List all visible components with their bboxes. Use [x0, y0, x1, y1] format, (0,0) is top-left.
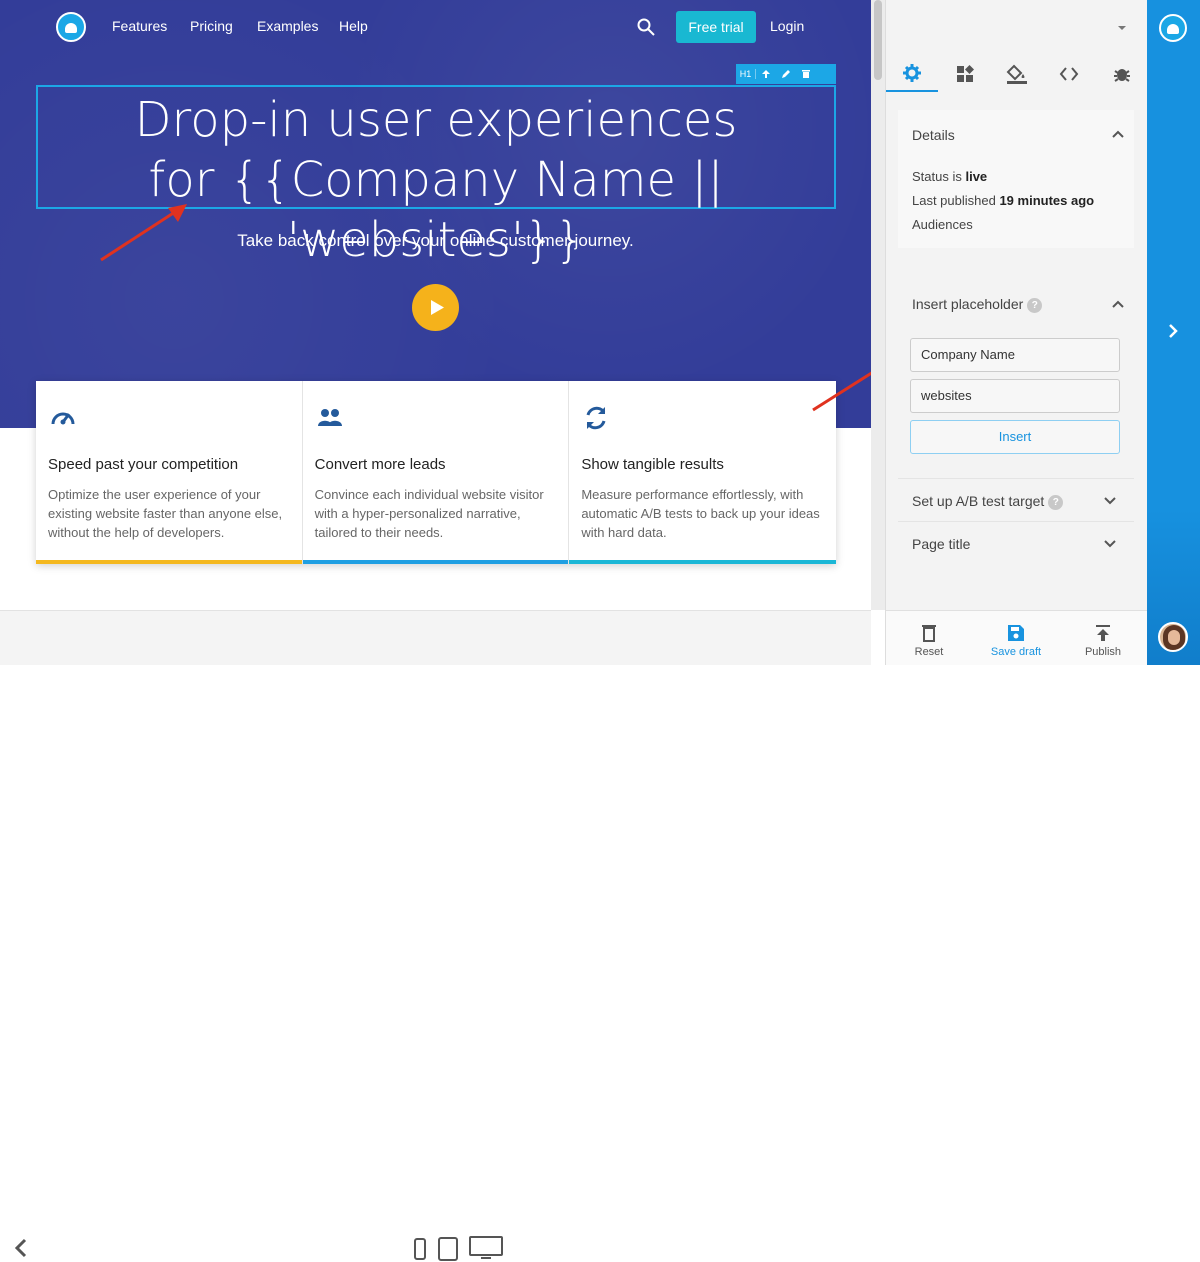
- feature-title: Speed past your competition: [48, 456, 239, 473]
- placeholder-field-name[interactable]: Company Name: [910, 338, 1120, 372]
- site-preview: Features Pricing Examples Help Free tria…: [0, 0, 871, 610]
- speedometer-icon: [51, 412, 75, 425]
- site-logo[interactable]: [56, 12, 86, 42]
- feature-card: Convert more leads Convince each individ…: [302, 381, 570, 564]
- desktop-view-icon[interactable]: [469, 1236, 503, 1262]
- chevron-down-icon[interactable]: [1104, 497, 1116, 505]
- editor-bottom-bar: [0, 610, 871, 1261]
- free-trial-button[interactable]: Free trial: [676, 11, 756, 43]
- code-icon: [1060, 67, 1079, 81]
- status-line: Status is live: [912, 169, 1094, 184]
- scrollbar-thumb[interactable]: [874, 0, 882, 80]
- save-draft-label: Save draft: [990, 646, 1042, 658]
- settings-icon: [903, 64, 922, 82]
- annotation-arrow: [812, 371, 871, 412]
- chevron-up-icon[interactable]: [1112, 300, 1124, 308]
- panel-actions: Reset Save draft Publish: [886, 610, 1148, 665]
- nav-pricing[interactable]: Pricing: [190, 18, 233, 34]
- publish-icon: [1096, 625, 1110, 641]
- annotation-arrow: [100, 204, 187, 262]
- chevron-right-icon[interactable]: [1168, 323, 1178, 339]
- feature-cards: Speed past your competition Optimize the…: [36, 381, 836, 564]
- paint-bucket-icon: [1006, 64, 1027, 84]
- mobile-view-icon[interactable]: [412, 1236, 428, 1262]
- tab-code[interactable]: [1043, 56, 1095, 92]
- feature-accent-bar: [569, 560, 836, 564]
- users-icon: [317, 409, 342, 426]
- right-rail: [1147, 0, 1200, 665]
- page-title-heading[interactable]: Page title: [912, 536, 970, 552]
- divider: [898, 521, 1134, 522]
- feature-title: Show tangible results: [581, 456, 724, 473]
- details-section: Details Status is live Last published 19…: [898, 110, 1134, 248]
- feature-accent-bar: [36, 560, 302, 564]
- tablet-view-icon[interactable]: [437, 1236, 459, 1262]
- tab-widgets[interactable]: [938, 56, 990, 92]
- edit-icon[interactable]: [776, 64, 796, 84]
- help-icon[interactable]: ?: [1048, 495, 1064, 510]
- divider: [898, 478, 1134, 479]
- save-icon: [1008, 625, 1024, 641]
- back-arrow-icon[interactable]: [13, 1238, 29, 1258]
- published-line: Last published 19 minutes ago: [912, 193, 1094, 208]
- help-icon[interactable]: ?: [1027, 298, 1043, 313]
- feature-description: Measure performance effortlessly, with a…: [581, 487, 820, 540]
- avatar[interactable]: [1158, 622, 1188, 652]
- headline-line-1: Drop-in user experiences: [134, 92, 738, 148]
- feature-card: Speed past your competition Optimize the…: [36, 381, 303, 564]
- ab-test-title: Set up A/B test target: [912, 493, 1045, 509]
- panel-tabs: [886, 56, 1148, 92]
- chevron-down-icon[interactable]: [1104, 540, 1116, 548]
- tab-style[interactable]: [991, 56, 1043, 92]
- insert-button[interactable]: Insert: [910, 420, 1120, 454]
- element-toolbar: H1: [736, 64, 836, 84]
- insert-placeholder-title: Insert placeholder: [912, 296, 1024, 312]
- refresh-icon: [586, 406, 606, 430]
- feature-description: Optimize the user experience of your exi…: [48, 487, 283, 540]
- login-link[interactable]: Login: [770, 18, 804, 34]
- trash-icon: [922, 625, 936, 642]
- insert-placeholder-heading[interactable]: Insert placeholder?: [912, 296, 1043, 313]
- chevron-up-icon[interactable]: [1112, 130, 1124, 138]
- settings-panel: Details Status is live Last published 19…: [885, 0, 1148, 665]
- reset-label: Reset: [914, 646, 944, 658]
- status-value: live: [965, 169, 988, 184]
- feature-accent-bar: [302, 560, 569, 564]
- widgets-icon: [956, 65, 974, 82]
- move-up-icon[interactable]: [756, 64, 776, 84]
- ab-test-heading[interactable]: Set up A/B test target?: [912, 493, 1064, 510]
- publish-button[interactable]: Publish: [1073, 623, 1133, 658]
- reset-button[interactable]: Reset: [899, 623, 959, 658]
- bug-icon: [1113, 69, 1130, 82]
- play-video-button[interactable]: [412, 284, 459, 331]
- save-draft-button[interactable]: Save draft: [986, 623, 1046, 658]
- delete-icon[interactable]: [796, 64, 816, 84]
- hero-section: Features Pricing Examples Help Free tria…: [0, 0, 871, 428]
- chevron-down-icon[interactable]: [1117, 24, 1127, 32]
- published-label: Last published: [912, 193, 1000, 208]
- publish-label: Publish: [1084, 646, 1122, 658]
- panel-header: [886, 0, 1148, 56]
- feature-title: Convert more leads: [314, 456, 446, 473]
- nav-help[interactable]: Help: [339, 18, 368, 34]
- details-heading[interactable]: Details: [912, 127, 955, 143]
- nav-examples[interactable]: Examples: [257, 18, 318, 34]
- app-logo[interactable]: [1159, 14, 1187, 42]
- preview-scrollbar[interactable]: [871, 0, 885, 610]
- audiences-link[interactable]: Audiences: [912, 217, 1094, 232]
- feature-card: Show tangible results Measure performanc…: [569, 381, 836, 564]
- search-icon[interactable]: [637, 18, 655, 36]
- play-icon: [431, 300, 444, 315]
- tab-debug[interactable]: [1096, 56, 1148, 92]
- nav-features[interactable]: Features: [112, 18, 167, 34]
- element-tag-label: H1: [736, 69, 756, 79]
- published-value: 19 minutes ago: [999, 193, 1095, 208]
- placeholder-field-fallback[interactable]: websites: [910, 379, 1120, 413]
- tab-settings[interactable]: [886, 56, 939, 92]
- feature-description: Convince each individual website visitor…: [314, 487, 544, 540]
- status-label: Status is: [912, 169, 966, 184]
